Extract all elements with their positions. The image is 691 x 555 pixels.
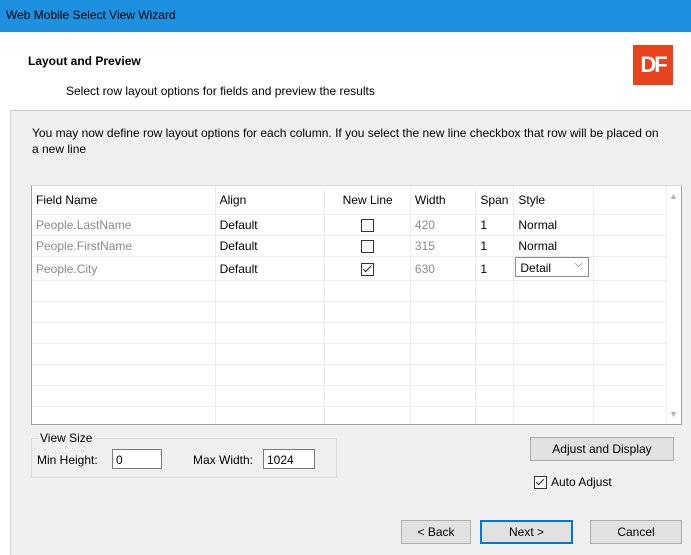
- scroll-down-icon[interactable]: ▼: [669, 409, 678, 419]
- auto-adjust-checkbox[interactable]: [534, 476, 547, 490]
- adjust-and-display-button[interactable]: Adjust and Display: [530, 437, 674, 461]
- style-dropdown-value: Detail: [520, 261, 552, 275]
- cell-align[interactable]: Default: [215, 256, 326, 281]
- empty-row: [32, 301, 681, 323]
- min-height-input[interactable]: 0: [112, 449, 162, 469]
- cell-width[interactable]: 420: [410, 214, 477, 236]
- cell-align[interactable]: Default: [215, 214, 326, 236]
- col-header-align[interactable]: Align: [215, 186, 326, 215]
- empty-row: [32, 406, 681, 424]
- back-button[interactable]: < Back: [401, 520, 471, 544]
- cell-span[interactable]: 1: [475, 256, 515, 281]
- empty-row: [32, 343, 681, 365]
- intro-text: You may now define row layout options fo…: [32, 126, 659, 156]
- cell-new-line: [324, 235, 411, 257]
- max-width-label: Max Width:: [193, 453, 254, 467]
- page-title: Layout and Preview: [28, 54, 141, 68]
- chevron-down-icon: ⌵: [574, 259, 583, 270]
- vertical-scrollbar[interactable]: ▲ ▼: [666, 186, 681, 424]
- grid-table: Field Name Align New Line Width Span Sty…: [32, 186, 681, 424]
- new-line-checkbox[interactable]: [361, 262, 375, 276]
- auto-adjust-checkbox-wrap[interactable]: Auto Adjust: [534, 475, 612, 490]
- auto-adjust-label: Auto Adjust: [551, 475, 612, 489]
- cell-new-line: [324, 256, 411, 281]
- cell-style: Detail ⌵: [513, 256, 595, 281]
- table-row[interactable]: People.LastName Default 420 1 Normal: [32, 214, 681, 236]
- next-button[interactable]: Next >: [480, 520, 573, 544]
- cell-field-name[interactable]: People.LastName: [32, 214, 216, 236]
- cancel-button[interactable]: Cancel: [590, 520, 682, 544]
- cell-style[interactable]: Normal: [513, 235, 595, 257]
- empty-row: [32, 385, 681, 407]
- empty-row: [32, 280, 681, 302]
- col-header-field-name[interactable]: Field Name: [32, 186, 216, 215]
- scroll-up-icon[interactable]: ▲: [669, 191, 678, 201]
- cell-new-line: [324, 214, 411, 236]
- cell-style[interactable]: Normal: [513, 214, 595, 236]
- cell-align[interactable]: Default: [215, 235, 326, 257]
- min-height-label: Min Height:: [37, 453, 98, 467]
- cell-width[interactable]: 630: [410, 256, 477, 281]
- grid-header-row: Field Name Align New Line Width Span Sty…: [32, 186, 681, 215]
- col-header-width[interactable]: Width: [410, 186, 477, 215]
- layout-grid[interactable]: Field Name Align New Line Width Span Sty…: [31, 185, 682, 425]
- cell-span[interactable]: 1: [475, 235, 515, 257]
- col-header-new-line[interactable]: New Line: [324, 186, 411, 215]
- view-size-legend: View Size: [38, 431, 95, 445]
- col-header-style[interactable]: Style: [513, 186, 595, 215]
- title-bar: Web Mobile Select View Wizard: [0, 0, 691, 32]
- cell-width[interactable]: 315: [410, 235, 477, 257]
- table-row[interactable]: People.City Default 630 1 Detail ⌵: [32, 256, 681, 281]
- cell-field-name[interactable]: People.City: [32, 256, 216, 281]
- empty-row: [32, 322, 681, 344]
- new-line-checkbox[interactable]: [361, 240, 375, 254]
- max-width-input[interactable]: 1024: [263, 449, 315, 469]
- empty-row: [32, 364, 681, 386]
- cell-span[interactable]: 1: [475, 214, 515, 236]
- wizard-header: Layout and Preview Select row layout opt…: [10, 32, 691, 111]
- page-subtitle: Select row layout options for fields and…: [66, 84, 375, 98]
- style-dropdown[interactable]: Detail ⌵: [515, 257, 590, 277]
- table-row[interactable]: People.FirstName Default 315 1 Normal: [32, 235, 681, 257]
- df-logo: DF: [633, 45, 673, 85]
- cell-field-name[interactable]: People.FirstName: [32, 235, 216, 257]
- col-header-span[interactable]: Span: [475, 186, 515, 215]
- window-title: Web Mobile Select View Wizard: [6, 8, 176, 22]
- new-line-checkbox[interactable]: [361, 219, 375, 233]
